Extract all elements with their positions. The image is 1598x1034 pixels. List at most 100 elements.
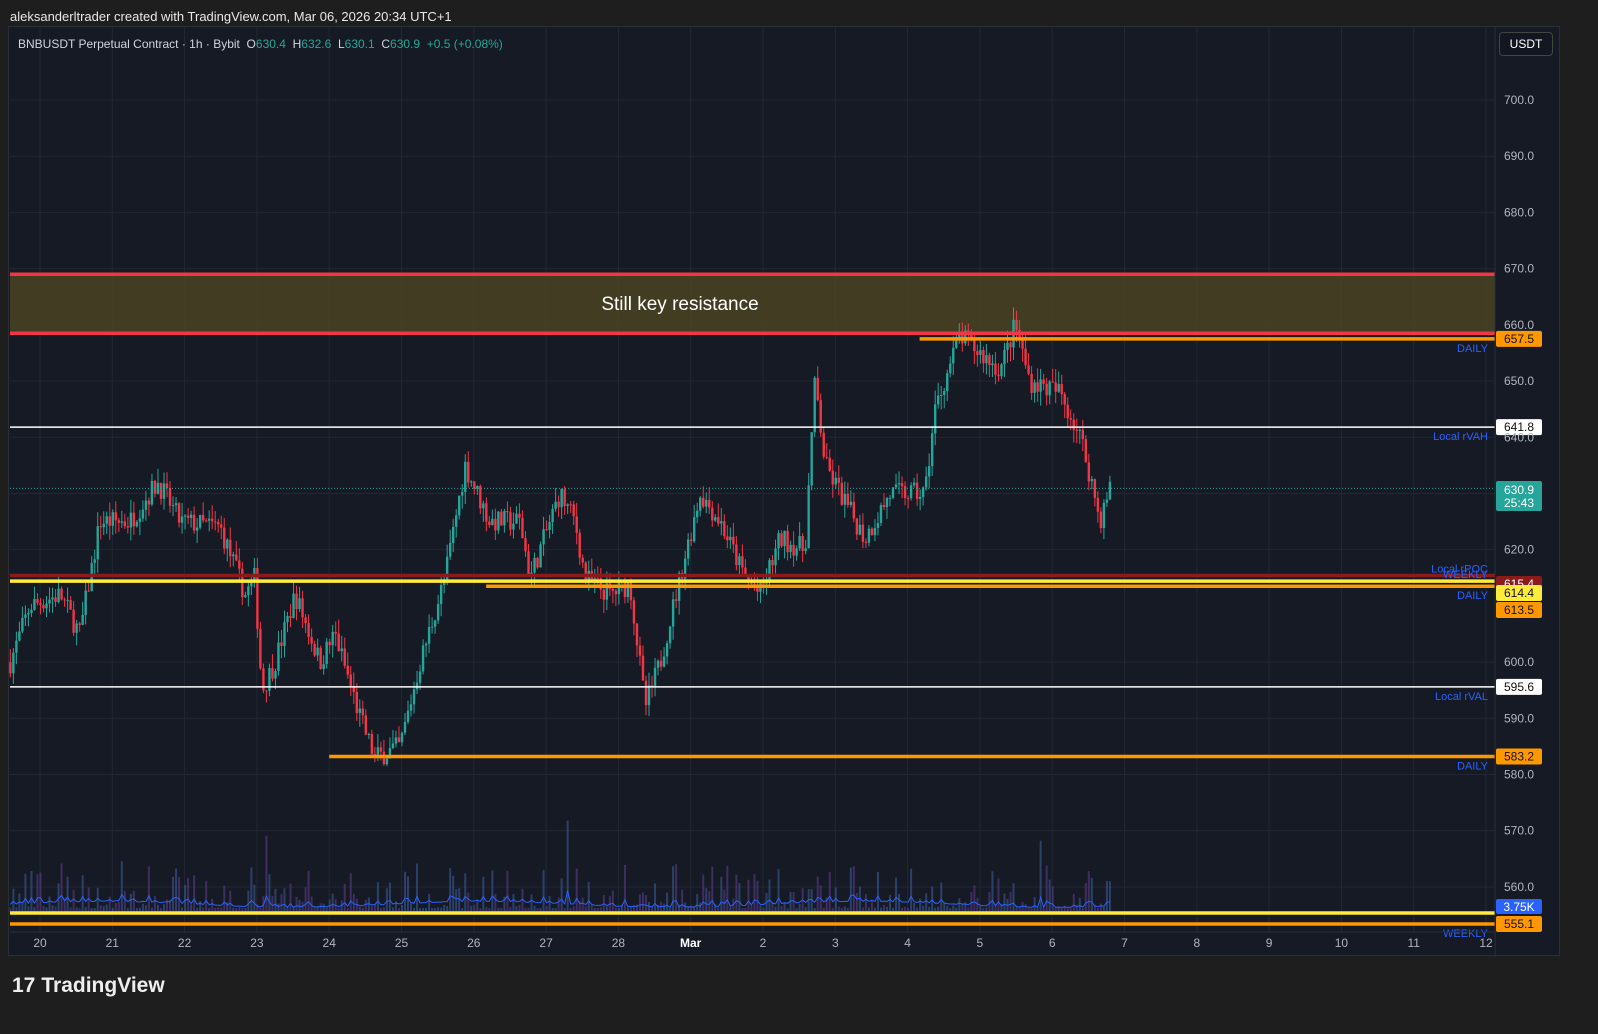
volume-bar [768,879,771,912]
candle-body [244,595,247,598]
candle-body [144,500,148,510]
candle-body [470,481,473,483]
x-tick-label: 21 [106,936,120,950]
symbol-title[interactable]: BNBUSDT Perpetual Contract · 1h · Bybit [18,37,240,51]
volume-bar [623,864,626,912]
candle-body [786,530,789,553]
candle-body [325,641,328,665]
candle-body [132,512,136,527]
volume-bar [864,893,867,912]
volume-bar [482,876,485,912]
volume-bar [925,893,928,912]
candle-body [792,544,795,556]
candle-body [542,529,545,545]
volume-bar [937,906,940,912]
candle-body [503,510,506,526]
volume-bar [132,890,135,912]
candle-body [714,517,717,521]
candle-body [78,623,81,625]
volume-bar [407,876,410,912]
x-tick-label: 7 [1121,936,1128,950]
volume-bar [120,861,123,912]
volume-bar [1033,897,1036,912]
volume-bar [726,865,729,912]
candle-body [461,491,464,496]
candle-body [295,593,298,610]
candle-body [831,470,834,485]
candle-body [870,528,874,536]
volume-bar [976,897,979,912]
y-tick-label: 700.0 [1504,93,1534,107]
candle-body [54,597,57,602]
volume-bar [364,899,367,912]
candle-body [304,617,307,624]
candle-body [150,480,154,505]
volume-bar [114,902,117,912]
candle-body [1096,497,1100,512]
volume-bar [72,889,75,912]
candle-body [201,514,205,521]
candle-body [358,708,362,713]
candle-body [943,391,946,395]
volume-bar [162,904,165,912]
candle-body [524,538,527,552]
candle-body [771,560,774,566]
candle-body [102,523,105,528]
candle-body [277,642,280,671]
candle-body [894,484,898,488]
candle-body [319,647,322,669]
candle-body [1084,439,1088,463]
candle-body [370,733,374,754]
candle-body [641,655,645,681]
candle-body [849,501,853,506]
candle-body [168,487,172,506]
candle-body [937,395,940,405]
candle-body [448,542,452,557]
candle-body [828,457,831,471]
candle-body [27,612,30,615]
candle-body [467,461,470,483]
candle-body [421,645,425,672]
candle-body [852,501,856,519]
candle-body [662,656,666,667]
close-value: 630.9 [390,37,421,51]
price-chart[interactable]: Still key resistance DAILY 657.5 Local rVAH… [0,0,1598,1034]
volume-bar [705,888,708,912]
volume-bar [644,895,647,912]
candle-body [497,511,500,531]
candle-body [783,530,786,547]
candle-body [403,721,407,733]
candle-body [349,674,352,687]
candle-body [988,355,991,366]
low-label: L [337,37,345,51]
volume-bar [304,887,307,912]
candle-body [735,544,738,566]
volume-bar [367,897,370,912]
candle-body [837,477,840,483]
candle-body [376,747,380,755]
volume-bar [199,901,202,912]
candle-body [192,514,196,531]
currency-button[interactable]: USDT [1499,32,1553,56]
candle-body [855,518,859,535]
x-tick-label: 23 [250,936,264,950]
volume-bar [105,904,108,912]
volume-bar [798,903,801,912]
candle-body [1051,381,1054,383]
x-tick-label: 2 [760,936,767,950]
volume-bar [428,893,431,912]
candle-body [93,559,96,563]
candle-body [915,482,919,499]
volume-bar [681,889,684,912]
candle-body [232,554,235,557]
candle-body [834,477,837,485]
candle-body [659,660,663,667]
volume-bar [1009,891,1012,912]
candle-body [123,521,127,527]
volume-bar [355,898,358,912]
y-tick-label: 680.0 [1504,205,1534,219]
candle-body [674,599,678,601]
volume-bar [117,901,120,912]
level-label: DAILY [1457,343,1489,355]
volume-bar [711,866,714,912]
